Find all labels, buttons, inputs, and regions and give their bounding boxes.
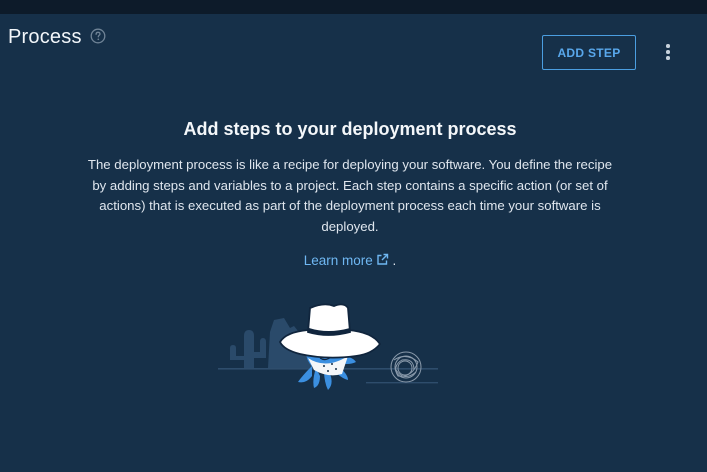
learn-more-link[interactable]: Learn more: [304, 253, 393, 268]
top-app-bar: [0, 0, 707, 14]
octopus-cowboy-illustration: [218, 303, 438, 390]
learn-more-line: Learn more .: [0, 253, 700, 268]
learn-more-suffix: .: [392, 253, 397, 268]
more-vertical-icon[interactable]: [660, 42, 676, 62]
process-panel: [0, 14, 707, 472]
tumbleweed-shape: [390, 351, 422, 383]
empty-state-title: Add steps to your deployment process: [183, 119, 517, 139]
learn-more-label: Learn more: [303, 253, 373, 268]
external-link-icon: [377, 253, 388, 265]
help-circle-icon[interactable]: [90, 28, 106, 44]
empty-state-description: The deployment process is like a recipe …: [87, 157, 613, 234]
page-title: Process: [8, 26, 82, 48]
add-step-button[interactable]: ADD STEP: [542, 35, 636, 70]
